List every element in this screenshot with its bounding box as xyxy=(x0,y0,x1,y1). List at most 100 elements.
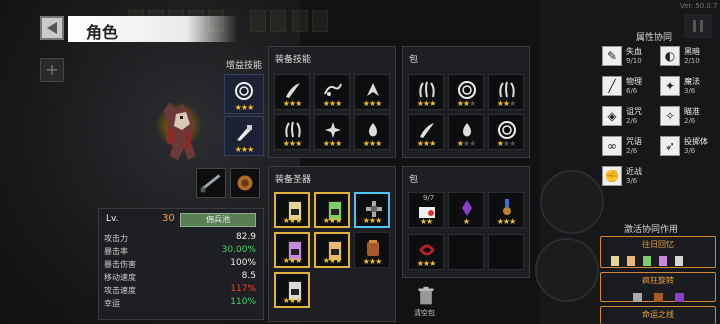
active-synergy-name: 命运之线 xyxy=(642,310,674,319)
synergy-name: 物理 xyxy=(626,77,642,86)
stat-name: 暴击率 xyxy=(104,247,128,256)
equip-relics-title: 装备圣器 xyxy=(275,175,312,185)
synergy-name: 失血 xyxy=(626,47,642,56)
back-button[interactable] xyxy=(40,16,64,40)
synergy-item[interactable]: ✎ 失血 9/10 xyxy=(602,44,656,70)
joystick-ring xyxy=(540,170,604,234)
active-synergy-item[interactable]: 往日回忆 xyxy=(600,236,716,268)
synergy-name: 瞄准 xyxy=(684,107,700,116)
stat-name: 移动速度 xyxy=(104,273,136,282)
weapon-slot[interactable] xyxy=(196,168,226,198)
dash-button xyxy=(535,238,599,302)
active-synergy-item[interactable]: 命运之线 xyxy=(600,306,716,324)
skill-slot[interactable]: ★★★ xyxy=(274,114,310,150)
level-value: 30 xyxy=(162,213,175,224)
stat-row: 暴击率 30.00% xyxy=(100,244,262,257)
magic-star-icon: ✦ xyxy=(660,76,680,96)
bag-slot[interactable]: ★★★ xyxy=(488,74,524,110)
relic-bag-slot[interactable]: ★★★ xyxy=(488,192,524,228)
relic-slot[interactable]: ★★★ xyxy=(314,192,350,228)
target-icon: ✧ xyxy=(660,106,680,126)
stat-value: 82.9 xyxy=(235,232,256,242)
synergy-item[interactable]: ◐ 黑暗 2/10 xyxy=(660,44,714,70)
active-synergy-title: 激活协同作用 xyxy=(624,225,679,235)
synergy-count: 9/10 xyxy=(626,57,642,65)
pause-button[interactable] xyxy=(684,14,712,38)
synergy-item[interactable]: ◈ 诅咒 2/6 xyxy=(602,104,656,130)
stat-name: 暴击伤害 xyxy=(104,260,136,269)
synergy-item[interactable]: ∞ 咒语 2/6 xyxy=(602,134,656,160)
stat-name: 攻击速度 xyxy=(104,286,136,295)
plus-button[interactable]: + xyxy=(40,58,64,82)
stat-row: 幸运 110% xyxy=(100,296,262,309)
spell-chain-icon: ∞ xyxy=(602,136,622,156)
version-text: Ver. 50.0.7 xyxy=(680,2,718,10)
active-synergy-name: 往日回忆 xyxy=(642,240,674,249)
bag-slot[interactable]: ★★★ xyxy=(488,114,524,150)
equip-skills-title: 装备技能 xyxy=(275,55,312,65)
relic-slot[interactable]: ★★★ xyxy=(314,232,350,268)
bag-slot[interactable]: ★★★ xyxy=(448,114,484,150)
active-synergy-icons xyxy=(611,251,683,270)
relic-slot[interactable]: ★★★ xyxy=(274,232,310,268)
stat-row: 暴击伤害 100% xyxy=(100,257,262,270)
synergy-item[interactable]: ✧ 瞄准 2/6 xyxy=(660,104,714,130)
synergy-count: 3/6 xyxy=(684,147,696,155)
bag-slot[interactable]: ★★★ xyxy=(408,114,444,150)
stat-value: 100% xyxy=(230,258,256,268)
synergy-title: 属性协同 xyxy=(636,33,673,43)
skill-slot[interactable]: ★★★ xyxy=(354,114,390,150)
level-label: Lv. xyxy=(106,214,119,224)
stat-name: 攻击力 xyxy=(104,234,128,243)
fist-icon: ✊ xyxy=(602,166,622,186)
stat-value: 117% xyxy=(230,284,256,294)
bag-slot[interactable]: ★★★ xyxy=(448,74,484,110)
mercenary-pool-button[interactable]: 佣兵池 xyxy=(180,213,256,227)
relic-slot[interactable]: ★★★ xyxy=(354,232,390,268)
synergy-count: 2/6 xyxy=(626,117,638,125)
relic-slot[interactable]: ★★★ xyxy=(274,192,310,228)
projectile-icon: ➶ xyxy=(660,136,680,156)
synergy-item[interactable]: ✊ 近战 3/6 xyxy=(602,164,656,190)
clear-bag-button[interactable]: 清空包 xyxy=(414,286,438,320)
synergy-name: 咒语 xyxy=(626,137,642,146)
relic-bag-slot xyxy=(488,234,524,270)
bag-slot[interactable]: ★★★ xyxy=(408,74,444,110)
blood-drop-icon: ✎ xyxy=(602,46,622,66)
synergy-count: 6/6 xyxy=(626,87,638,95)
level-row: Lv. 30 佣兵池 xyxy=(100,211,262,229)
boost-skill-slot-2[interactable]: ★★★ xyxy=(224,116,264,156)
skill-bag-title: 包 xyxy=(409,55,419,65)
relic-slot[interactable]: ★★★ xyxy=(354,192,390,228)
page-title: 角色 xyxy=(86,23,119,42)
synergy-name: 诅咒 xyxy=(626,107,642,116)
stat-value: 30.00% xyxy=(221,245,256,255)
skill-slot[interactable]: ★★★ xyxy=(274,74,310,110)
skill-slot[interactable]: ★★★ xyxy=(354,74,390,110)
boost-skill-slot-1[interactable]: ★★★ xyxy=(224,74,264,114)
relic-bag-slot[interactable]: ★ xyxy=(448,192,484,228)
dark-swirl-icon: ◐ xyxy=(660,46,680,66)
accessory-slot[interactable] xyxy=(230,168,260,198)
synergy-count: 2/6 xyxy=(684,117,696,125)
synergy-name: 投掷体 xyxy=(684,137,708,146)
stat-row: 移动速度 8.5 xyxy=(100,270,262,283)
relic-bag-slot[interactable]: 9/7 ★★ xyxy=(408,192,444,228)
synergy-count: 3/6 xyxy=(626,177,638,185)
skill-slot[interactable]: ★★★ xyxy=(314,114,350,150)
stat-name: 幸运 xyxy=(104,299,120,308)
relic-slot[interactable]: ★★★ xyxy=(274,272,310,308)
active-synergy-item[interactable]: 疯狂旋转 xyxy=(600,272,716,302)
relic-bag-slot[interactable]: ★★★ xyxy=(408,234,444,270)
trash-icon xyxy=(418,286,434,305)
relic-count: 9/7 xyxy=(423,194,435,202)
boost-skills-label: 增益技能 xyxy=(226,61,263,71)
synergy-item[interactable]: ╱ 物理 6/6 xyxy=(602,74,656,100)
stat-row: 攻击速度 117% xyxy=(100,283,262,296)
stat-table: 攻击力 82.9 暴击率 30.00% 暴击伤害 100% 移动速度 8.5 攻击速度 1… xyxy=(100,231,262,309)
skill-slot[interactable]: ★★★ xyxy=(314,74,350,110)
stat-row: 攻击力 82.9 xyxy=(100,231,262,244)
synergy-count: 2/10 xyxy=(684,57,700,65)
synergy-item[interactable]: ✦ 魔法 3/6 xyxy=(660,74,714,100)
synergy-item[interactable]: ➶ 投掷体 3/6 xyxy=(660,134,714,160)
